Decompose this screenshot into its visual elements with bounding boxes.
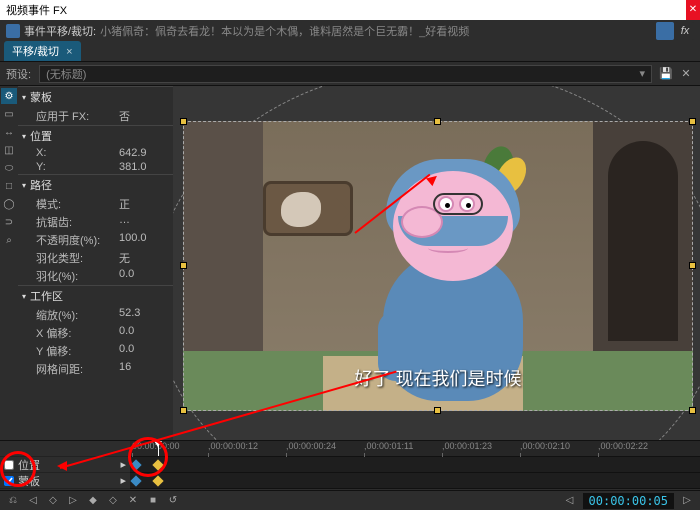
position-x-value[interactable]: 642.9 [119, 147, 169, 159]
kf-loop-icon[interactable]: ↺ [166, 494, 180, 508]
tool-square[interactable]: □ [1, 178, 17, 194]
track-mask[interactable]: 蒙板 ▸ [0, 473, 130, 489]
handle-mid-right[interactable] [689, 262, 696, 269]
window-titlebar: 视频事件 FX ✕ [0, 0, 700, 20]
keyframe[interactable] [130, 459, 141, 470]
track-position-checkbox[interactable] [4, 460, 14, 470]
position-y-value[interactable]: 381.0 [119, 161, 169, 173]
timeline-lanes[interactable]: 00:00:00:00 ,00:00:00:12 ,00:00:00:24 ,0… [130, 441, 700, 490]
kf-stop-icon[interactable]: ■ [146, 494, 160, 508]
work-xoff-value[interactable]: 0.0 [119, 325, 169, 341]
handle-top-mid[interactable] [434, 118, 441, 125]
timecode-prev-icon[interactable]: ◁ [563, 494, 577, 508]
section-workarea-header[interactable]: ▾工作区 [18, 286, 173, 306]
preset-bar: 预设: (无标题) ▾ 💾 ✕ [0, 62, 700, 86]
properties-panel: ▾蒙板 应用于 FX:否 ▾位置 X:642.9 Y:381.0 ▾路径 模式:… [18, 86, 173, 440]
path-feathertype-value[interactable]: 无 [119, 250, 169, 266]
preset-value: (无标题) [46, 66, 86, 82]
section-mask-header[interactable]: ▾蒙板 [18, 87, 173, 107]
mask-applyfx-value[interactable]: 否 [119, 108, 169, 124]
path-featherpct-value[interactable]: 0.0 [119, 268, 169, 284]
preset-save-icon[interactable]: 💾 [658, 66, 674, 82]
tool-circle[interactable]: ◯ [1, 196, 17, 212]
crop-rectangle[interactable] [183, 121, 693, 411]
tab-close-icon[interactable]: × [66, 46, 72, 58]
window-title: 视频事件 FX [6, 2, 67, 18]
tool-rect[interactable]: ◫ [1, 142, 17, 158]
track-mask-checkbox[interactable] [4, 476, 14, 486]
kf-prev-icon[interactable]: ◁ [26, 494, 40, 508]
chevron-down-icon: ▾ [639, 67, 645, 80]
kf-diamond-icon[interactable]: ◆ [86, 494, 100, 508]
kf-undo-icon[interactable]: ⎌ [6, 494, 20, 508]
close-icon[interactable]: ✕ [686, 0, 700, 20]
fx-source-path: 小猪佩奇：佩奇去看龙！本以为是个木偶，谁料居然是个巨无霸！_好看视频 [100, 23, 469, 39]
work-zoom-value[interactable]: 52.3 [119, 307, 169, 323]
kf-add-icon[interactable]: ◇ [46, 494, 60, 508]
fx-node-label: 事件平移/裁切: [24, 23, 96, 39]
breadcrumb: 事件平移/裁切: 小猪佩奇：佩奇去看龙！本以为是个木偶，谁料居然是个巨无霸！_好… [0, 20, 700, 42]
path-opacity-value[interactable]: 100.0 [119, 232, 169, 248]
keyframe-row-mask[interactable] [130, 473, 700, 489]
preset-delete-icon[interactable]: ✕ [678, 66, 694, 82]
keyframe-selected[interactable] [152, 459, 163, 470]
bottom-toolbar: ⎌ ◁ ◇ ▷ ◆ ◇ ✕ ■ ↺ ◁ 00:00:00:05 ▷ [0, 490, 700, 510]
tool-magnet[interactable]: ⊃ [1, 214, 17, 230]
path-aa-value[interactable]: … [119, 214, 169, 230]
handle-bot-right[interactable] [689, 407, 696, 414]
handle-bot-mid[interactable] [434, 407, 441, 414]
fx-icon[interactable]: fx [676, 22, 694, 40]
tool-oval[interactable]: ⬭ [1, 160, 17, 176]
main-area: ⚙ ▭ ↔ ◫ ⬭ □ ◯ ⊃ ⌕ ▾蒙板 应用于 FX:否 ▾位置 X:642… [0, 86, 700, 440]
keyframe-timeline: 位置 ▸ 蒙板 ▸ 00:00:00:00 ,00:00:00:12 ,00:0… [0, 440, 700, 490]
tab-pan-crop[interactable]: 平移/裁切 × [4, 41, 81, 61]
section-position-header[interactable]: ▾位置 [18, 126, 173, 146]
preset-select[interactable]: (无标题) ▾ [39, 65, 652, 83]
kf-delete-icon[interactable]: ✕ [126, 494, 140, 508]
kf-next-icon[interactable]: ▷ [66, 494, 80, 508]
timeline-playhead[interactable] [158, 441, 159, 456]
keyframe[interactable] [130, 475, 141, 486]
preview-canvas[interactable]: 好了 现在我们是时候 [173, 86, 700, 440]
handle-bot-left[interactable] [180, 407, 187, 414]
tab-bar: 平移/裁切 × [0, 42, 700, 62]
preset-label: 预设: [6, 66, 31, 82]
handle-top-left[interactable] [180, 118, 187, 125]
timecode-next-icon[interactable]: ▷ [680, 494, 694, 508]
section-path-header[interactable]: ▾路径 [18, 175, 173, 195]
kf-diamond2-icon[interactable]: ◇ [106, 494, 120, 508]
section-position: ▾位置 X:642.9 Y:381.0 [18, 125, 173, 174]
section-workarea: ▾工作区 缩放(%):52.3 X 偏移:0.0 Y 偏移:0.0 网格间距:1… [18, 285, 173, 378]
tab-label: 平移/裁切 [12, 46, 59, 58]
tool-move[interactable]: ↔ [1, 124, 17, 140]
section-mask: ▾蒙板 应用于 FX:否 [18, 86, 173, 125]
timeline-ruler[interactable]: 00:00:00:00 ,00:00:00:12 ,00:00:00:24 ,0… [130, 441, 700, 457]
handle-mid-left[interactable] [180, 262, 187, 269]
tool-arrow[interactable]: ▭ [1, 106, 17, 122]
keyframe-row-position[interactable] [130, 457, 700, 473]
work-yoff-value[interactable]: 0.0 [119, 343, 169, 359]
annotation-arrowhead-1 [52, 461, 67, 471]
tool-zoom[interactable]: ⌕ [1, 232, 17, 248]
keyframe-selected[interactable] [152, 475, 163, 486]
tool-properties[interactable]: ⚙ [1, 88, 17, 104]
fx-chain-icon[interactable] [6, 24, 20, 38]
timecode-display[interactable]: 00:00:00:05 [583, 493, 674, 509]
work-grid-value[interactable]: 16 [119, 361, 169, 377]
tool-column: ⚙ ▭ ↔ ◫ ⬭ □ ◯ ⊃ ⌕ [0, 86, 18, 440]
handle-top-right[interactable] [689, 118, 696, 125]
section-path: ▾路径 模式:正 抗锯齿:… 不透明度(%):100.0 羽化类型:无 羽化(%… [18, 174, 173, 285]
path-mode-value[interactable]: 正 [119, 196, 169, 212]
fx-toggle-button[interactable] [656, 22, 674, 40]
